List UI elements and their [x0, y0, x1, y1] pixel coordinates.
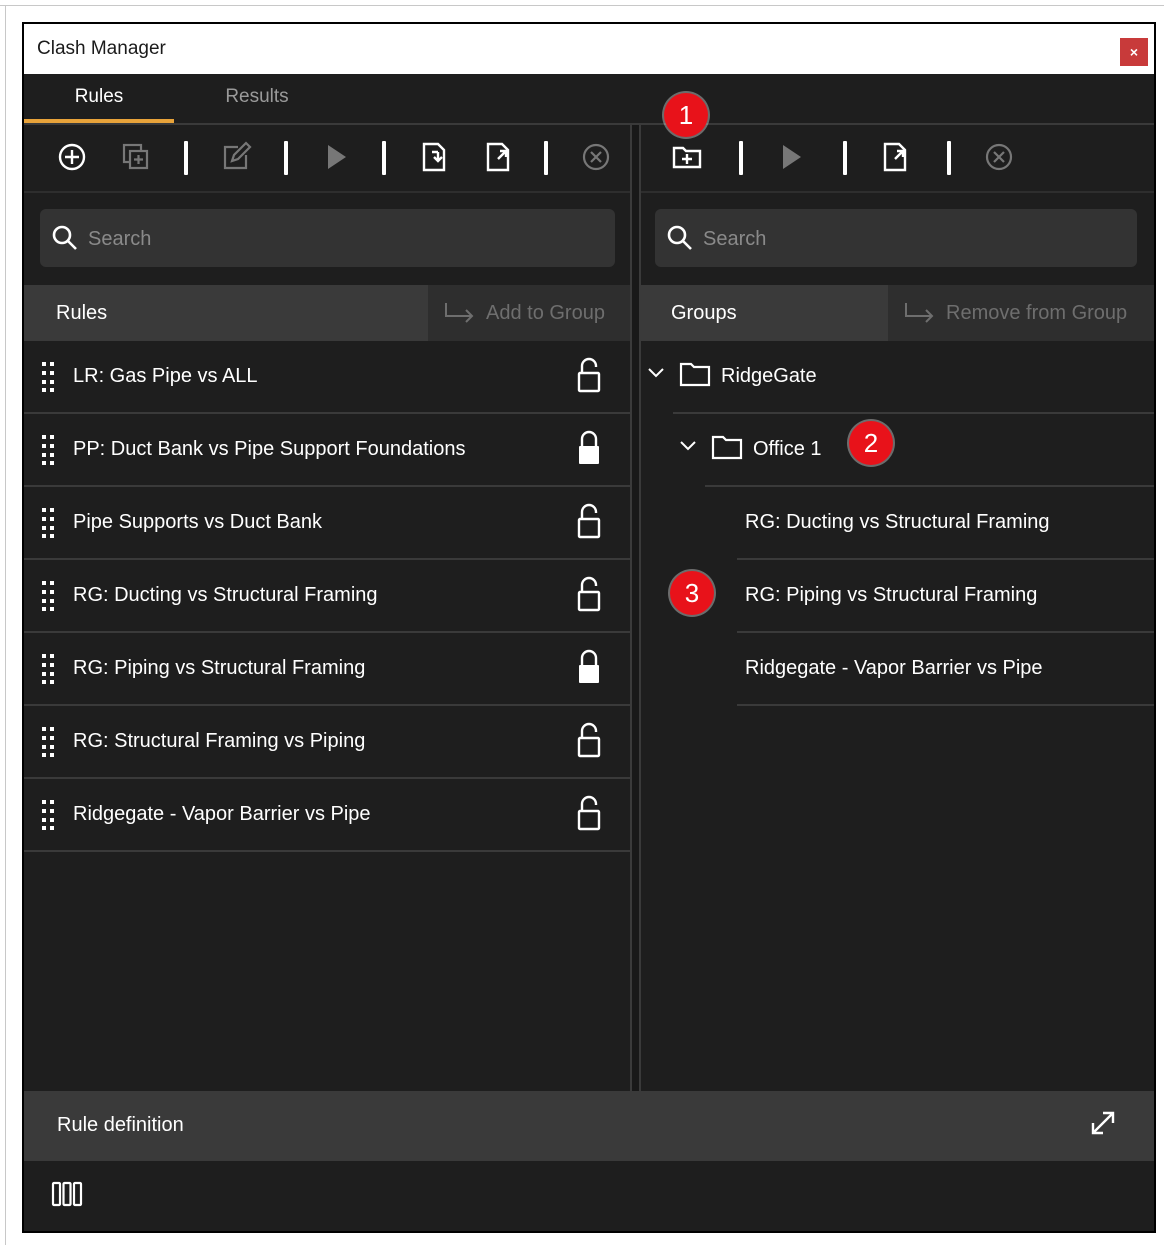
- toolbar-separator: [382, 141, 386, 175]
- callout-badge: 1: [664, 93, 708, 137]
- rule-row[interactable]: RG: Piping vs Structural Framing: [24, 633, 630, 706]
- tree-rule-item[interactable]: RG: Ducting vs Structural Framing: [737, 487, 1154, 560]
- rule-row[interactable]: LR: Gas Pipe vs ALL: [24, 341, 630, 414]
- drag-handle-icon[interactable]: [41, 653, 55, 685]
- rule-row[interactable]: RG: Ducting vs Structural Framing: [24, 560, 630, 633]
- search-icon: [52, 225, 77, 250]
- remove-from-group-label: Remove from Group: [946, 302, 1128, 324]
- rules-list: LR: Gas Pipe vs ALL PP: Duct Bank vs Pip…: [24, 341, 630, 852]
- tree-label: Ridgegate - Vapor Barrier vs Pipe: [745, 657, 1043, 679]
- rule-label: Ridgegate - Vapor Barrier vs Pipe: [73, 803, 371, 825]
- tab-rules[interactable]: Rules: [24, 74, 174, 123]
- tree-folder-office-1[interactable]: Office 1: [680, 414, 1154, 487]
- unlock-icon[interactable]: [576, 795, 602, 833]
- tree-label: RG: Ducting vs Structural Framing: [745, 511, 1050, 533]
- groups-pane: Groups Remove from Group RidgeGate Offic…: [639, 125, 1154, 1091]
- new-folder-icon[interactable]: [667, 137, 707, 177]
- rule-row[interactable]: PP: Duct Bank vs Pipe Support Foundation…: [24, 414, 630, 487]
- rules-list-title: Rules: [56, 302, 108, 324]
- folder-icon: [679, 362, 711, 387]
- toolbar-separator: [843, 141, 847, 175]
- rules-pane: Rules Add to Group LR: Gas Pipe vs ALL P…: [24, 125, 632, 1091]
- rules-search: [40, 209, 615, 269]
- drag-handle-icon[interactable]: [41, 361, 55, 393]
- lock-icon[interactable]: [576, 649, 602, 687]
- tree-rule-item[interactable]: Ridgegate - Vapor Barrier vs Pipe: [737, 633, 1154, 706]
- tab-results[interactable]: Results: [182, 74, 332, 122]
- tree-rule-item[interactable]: RG: Piping vs Structural Framing: [737, 560, 1154, 633]
- title-bar: Clash Manager ×: [24, 24, 1154, 74]
- close-button[interactable]: ×: [1120, 38, 1148, 66]
- page-frame-left: [5, 5, 6, 1245]
- groups-search: [655, 209, 1137, 269]
- search-icon: [667, 225, 692, 250]
- tree-label: RidgeGate: [721, 365, 817, 387]
- tree-folder-ridgegate[interactable]: RidgeGate: [648, 341, 1154, 414]
- toolbar-separator: [544, 141, 548, 175]
- rule-label: RG: Piping vs Structural Framing: [73, 657, 366, 679]
- drag-handle-icon[interactable]: [41, 799, 55, 831]
- columns-icon[interactable]: [51, 1181, 83, 1207]
- export-icon[interactable]: [478, 137, 518, 177]
- edit-icon[interactable]: [216, 137, 256, 177]
- duplicate-icon[interactable]: [116, 137, 156, 177]
- rule-row[interactable]: Ridgegate - Vapor Barrier vs Pipe: [24, 779, 630, 852]
- chevron-down-icon[interactable]: [679, 440, 697, 452]
- tree-label: RG: Piping vs Structural Framing: [745, 584, 1038, 606]
- bottom-bar: [24, 1161, 1154, 1231]
- pane-splitter[interactable]: [632, 125, 639, 1091]
- add-circle-icon[interactable]: [52, 137, 92, 177]
- rule-label: RG: Ducting vs Structural Framing: [73, 584, 378, 606]
- rules-list-header: Rules Add to Group: [24, 285, 630, 341]
- lock-icon[interactable]: [576, 430, 602, 468]
- unlock-icon[interactable]: [576, 576, 602, 614]
- toolbar-separator: [739, 141, 743, 175]
- import-icon[interactable]: [414, 137, 454, 177]
- groups-list-title: Groups: [671, 302, 737, 324]
- unlock-icon[interactable]: [576, 722, 602, 760]
- groups-search-input[interactable]: [701, 209, 1125, 269]
- cancel-circle-icon[interactable]: [576, 137, 616, 177]
- clash-manager-window: Clash Manager × Rules Results Search Rul…: [22, 22, 1156, 1233]
- folder-icon: [711, 435, 743, 460]
- drag-handle-icon[interactable]: [41, 507, 55, 539]
- arrow-corner-right-icon: [445, 303, 474, 323]
- groups-list-header: Groups Remove from Group: [641, 285, 1154, 341]
- rule-definition-title: Rule definition: [57, 1114, 184, 1136]
- arrow-corner-right-icon: [905, 303, 934, 323]
- chevron-down-icon[interactable]: [647, 367, 665, 379]
- remove-from-group-button[interactable]: Remove from Group: [888, 285, 1154, 341]
- drag-handle-icon[interactable]: [41, 434, 55, 466]
- add-to-group-button[interactable]: Add to Group: [428, 285, 630, 341]
- rule-label: PP: Duct Bank vs Pipe Support Foundation…: [73, 438, 466, 460]
- tab-bar: Rules Results: [24, 74, 1154, 123]
- rule-label: LR: Gas Pipe vs ALL: [73, 365, 258, 387]
- window-title: Clash Manager: [37, 38, 166, 59]
- export-icon[interactable]: [875, 137, 915, 177]
- unlock-icon[interactable]: [576, 503, 602, 541]
- expand-icon[interactable]: [1088, 1108, 1118, 1138]
- run-icon[interactable]: [771, 137, 811, 177]
- groups-toolbar: [641, 125, 1154, 193]
- toolbar-separator: [947, 141, 951, 175]
- unlock-icon[interactable]: [576, 357, 602, 395]
- tree-label: Office 1: [753, 438, 822, 460]
- rule-label: Pipe Supports vs Duct Bank: [73, 511, 323, 533]
- rules-search-input[interactable]: [86, 209, 590, 269]
- callout-badge: 3: [670, 571, 714, 615]
- run-icon[interactable]: [316, 137, 356, 177]
- toolbar-separator: [184, 141, 188, 175]
- callout-badge: 2: [849, 421, 893, 465]
- drag-handle-icon[interactable]: [41, 580, 55, 612]
- rule-label: RG: Structural Framing vs Piping: [73, 730, 366, 752]
- page-frame-top: [0, 5, 1164, 6]
- drag-handle-icon[interactable]: [41, 726, 55, 758]
- rule-row[interactable]: RG: Structural Framing vs Piping: [24, 706, 630, 779]
- add-to-group-label: Add to Group: [486, 302, 605, 324]
- toolbar-separator: [284, 141, 288, 175]
- rule-definition-bar[interactable]: Rule definition: [24, 1091, 1154, 1161]
- cancel-circle-icon[interactable]: [979, 137, 1019, 177]
- rule-row[interactable]: Pipe Supports vs Duct Bank: [24, 487, 630, 560]
- rules-toolbar: [24, 125, 630, 193]
